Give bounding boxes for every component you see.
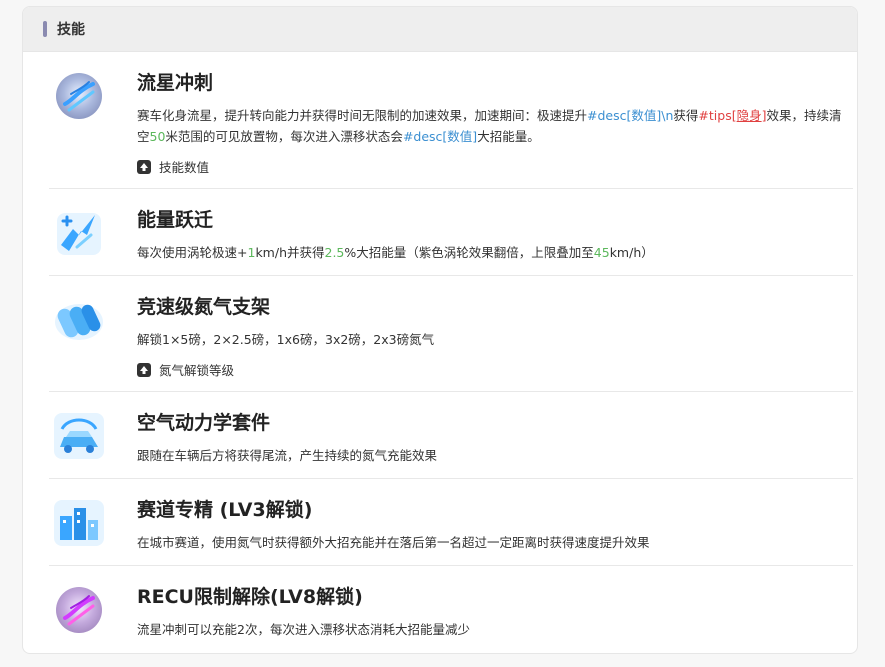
desc-text: %大招能量（紫色涡轮效果翻倍，上限叠加至 (344, 245, 594, 260)
skill-description: 赛车化身流星，提升转向能力并获得时间无限制的加速效果，加速期间：极速提升#des… (137, 105, 847, 147)
desc-placeholder: #desc[数值] (402, 129, 478, 144)
nitro-rack-icon (49, 290, 109, 350)
desc-number: 45 (593, 245, 610, 260)
skill-description: 解锁1×5磅，2×2.5磅，1x6磅，3x2磅，2x3磅氮气 (137, 332, 435, 347)
meteor-icon (49, 66, 109, 126)
desc-number: 2.5 (324, 245, 345, 260)
desc-text: 赛车化身流星，提升转向能力并获得时间无限制的加速效果，加速期间：极速提升 (137, 108, 588, 123)
skill-description: 每次使用涡轮极速+1km/h并获得2.5%大招能量（紫色涡轮效果翻倍，上限叠加至… (137, 242, 847, 263)
skills-panel: 技能 流星冲刺 赛车化身流星，提升转向能力并获得时间无限制的加速效果，加速期间：… (22, 6, 858, 654)
header-accent-bar (43, 21, 47, 37)
arrow-up-icon (137, 159, 151, 174)
nitro-unlock-toggle[interactable]: 氮气解锁等级 (137, 360, 234, 379)
panel-title: 技能 (57, 22, 85, 38)
skill-item: 流星冲刺 赛车化身流星，提升转向能力并获得时间无限制的加速效果，加速期间：极速提… (49, 52, 853, 189)
panel-header: 技能 (23, 7, 857, 52)
skill-item: 能量跃迁 每次使用涡轮极速+1km/h并获得2.5%大招能量（紫色涡轮效果翻倍，… (49, 189, 853, 276)
skill-name: 流星冲刺 (137, 72, 214, 94)
action-label: 氮气解锁等级 (159, 363, 235, 378)
desc-tips-open: #tips[ (698, 108, 737, 123)
desc-text: 米范围的可见放置物，每次进入漂移状态会 (165, 129, 403, 144)
desc-text: km/h） (609, 245, 654, 260)
skill-item: RECU限制解除(LV8解锁) 流星冲刺可以充能2次，每次进入漂移状态消耗大招能… (49, 566, 853, 652)
arrow-up-icon (137, 362, 151, 377)
skill-name: 赛道专精 (LV3解锁) (137, 499, 313, 521)
aero-kit-icon (49, 406, 109, 466)
desc-text: km/h并获得 (255, 245, 325, 260)
skill-values-toggle[interactable]: 技能数值 (137, 157, 209, 176)
skill-name: 空气动力学套件 (137, 412, 271, 434)
desc-text: 每次使用涡轮极速+ (137, 245, 248, 260)
desc-number: 50 (149, 129, 166, 144)
action-label: 技能数值 (159, 160, 210, 175)
desc-placeholder: #desc[数值]\n (587, 108, 674, 123)
desc-text: 获得 (673, 108, 699, 123)
skill-description: 跟随在车辆后方将获得尾流，产生持续的氮气充能效果 (137, 448, 438, 463)
skill-item: 赛道专精 (LV3解锁) 在城市赛道，使用氮气时获得额外大招充能并在落后第一名超… (49, 479, 853, 566)
recu-icon (49, 580, 109, 640)
skill-description: 在城市赛道，使用氮气时获得额外大招充能并在落后第一名超过一定距离时获得速度提升效… (137, 535, 650, 550)
skill-name: 竞速级氮气支架 (137, 296, 271, 318)
energy-leap-icon (49, 203, 109, 263)
city-track-icon (49, 493, 109, 553)
skill-description: 流星冲刺可以充能2次，每次进入漂移状态消耗大招能量减少 (137, 622, 470, 637)
skill-name: RECU限制解除(LV8解锁) (137, 586, 363, 608)
skill-name: 能量跃迁 (137, 209, 214, 231)
skill-item: 竞速级氮气支架 解锁1×5磅，2×2.5磅，1x6磅，3x2磅，2x3磅氮气 氮… (49, 276, 853, 392)
desc-text: 大招能量。 (477, 129, 540, 144)
skill-item: 空气动力学套件 跟随在车辆后方将获得尾流，产生持续的氮气充能效果 (49, 392, 853, 479)
desc-tips-link[interactable]: 隐身 (737, 108, 762, 123)
